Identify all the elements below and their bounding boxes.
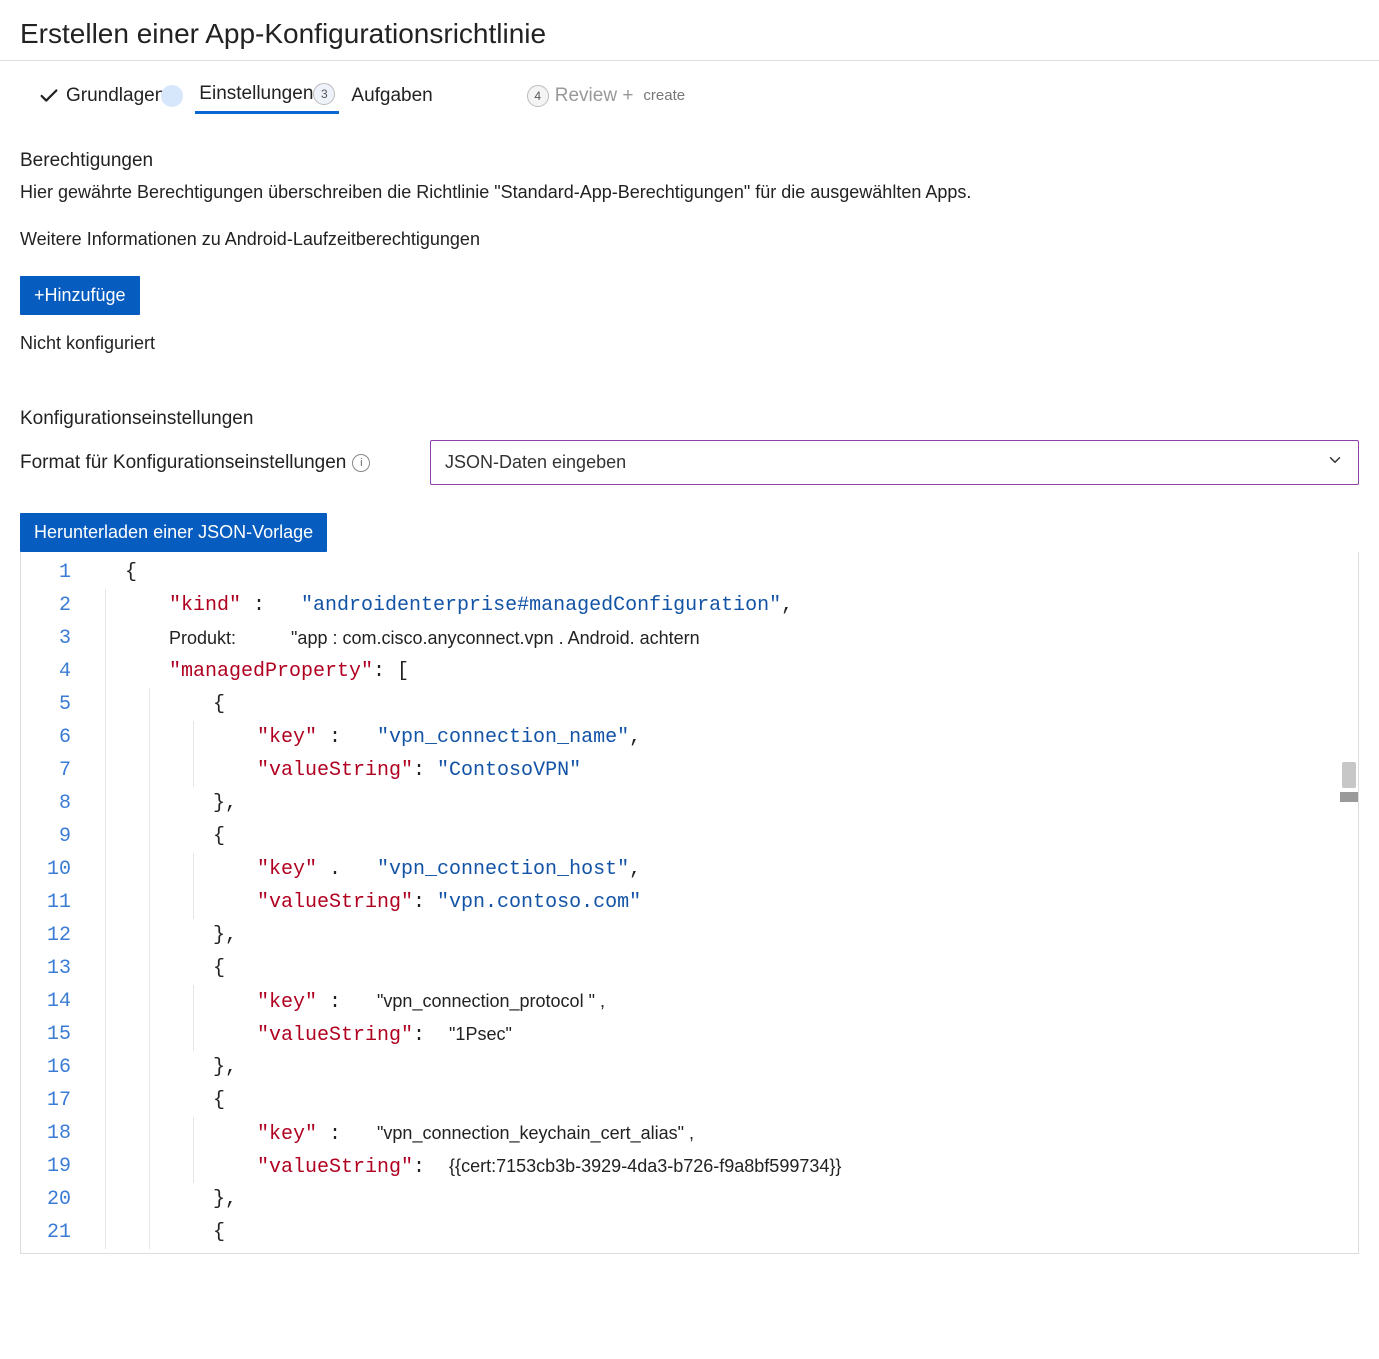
divider: [0, 60, 1379, 61]
scrollbar-thumb[interactable]: [1342, 762, 1356, 788]
step-badge-icon: 3: [313, 83, 335, 105]
page-title: Erstellen einer App-Konfigurationsrichtl…: [20, 18, 1359, 50]
chevron-down-icon: [1326, 451, 1344, 474]
config-format-label: Format für Konfigurationseinstellungen i: [20, 452, 390, 474]
permissions-status: Nicht konfiguriert: [20, 333, 1359, 354]
step-label: Grundlagen: [66, 85, 165, 107]
dropdown-value: JSON-Daten eingeben: [445, 452, 626, 473]
permissions-desc: Hier gewährte Berechtigungen überschreib…: [20, 182, 1359, 203]
permissions-more-info-link[interactable]: Weitere Informationen zu Android-Laufzei…: [20, 229, 1359, 250]
step-badge-icon: 4: [527, 85, 549, 107]
editor-code[interactable]: {"kind" : "androidenterprise#managedConf…: [81, 552, 1358, 1253]
step-label: Einstellungen: [199, 83, 313, 105]
step-label: Review +: [555, 85, 634, 107]
step-badge-icon: [161, 85, 183, 107]
download-json-template-button[interactable]: Herunterladen einer JSON-Vorlage: [20, 513, 327, 552]
config-heading: Konfigurationseinstellungen: [20, 408, 1359, 430]
check-icon: [38, 85, 60, 107]
add-button[interactable]: +Hinzufüge: [20, 276, 140, 315]
step-sublabel: create: [643, 87, 685, 104]
step-einstellungen[interactable]: Einstellungen 3: [195, 79, 339, 114]
step-grundlagen[interactable]: Grundlagen: [34, 81, 187, 113]
step-review-create[interactable]: 4 Review + create: [523, 81, 689, 113]
step-label: Aufgaben: [351, 85, 432, 107]
info-icon[interactable]: i: [352, 454, 370, 472]
editor-gutter: 123456789101112131415161718192021: [21, 552, 81, 1253]
permissions-heading: Berechtigungen: [20, 150, 1359, 172]
step-aufgaben[interactable]: Aufgaben: [347, 81, 436, 113]
json-editor[interactable]: 123456789101112131415161718192021 {"kind…: [20, 552, 1359, 1254]
config-format-dropdown[interactable]: JSON-Daten eingeben: [430, 440, 1359, 485]
scrollbar-mark: [1340, 792, 1358, 802]
wizard-steps: Grundlagen Einstellungen 3 Aufgaben 4 Re…: [20, 79, 1359, 114]
